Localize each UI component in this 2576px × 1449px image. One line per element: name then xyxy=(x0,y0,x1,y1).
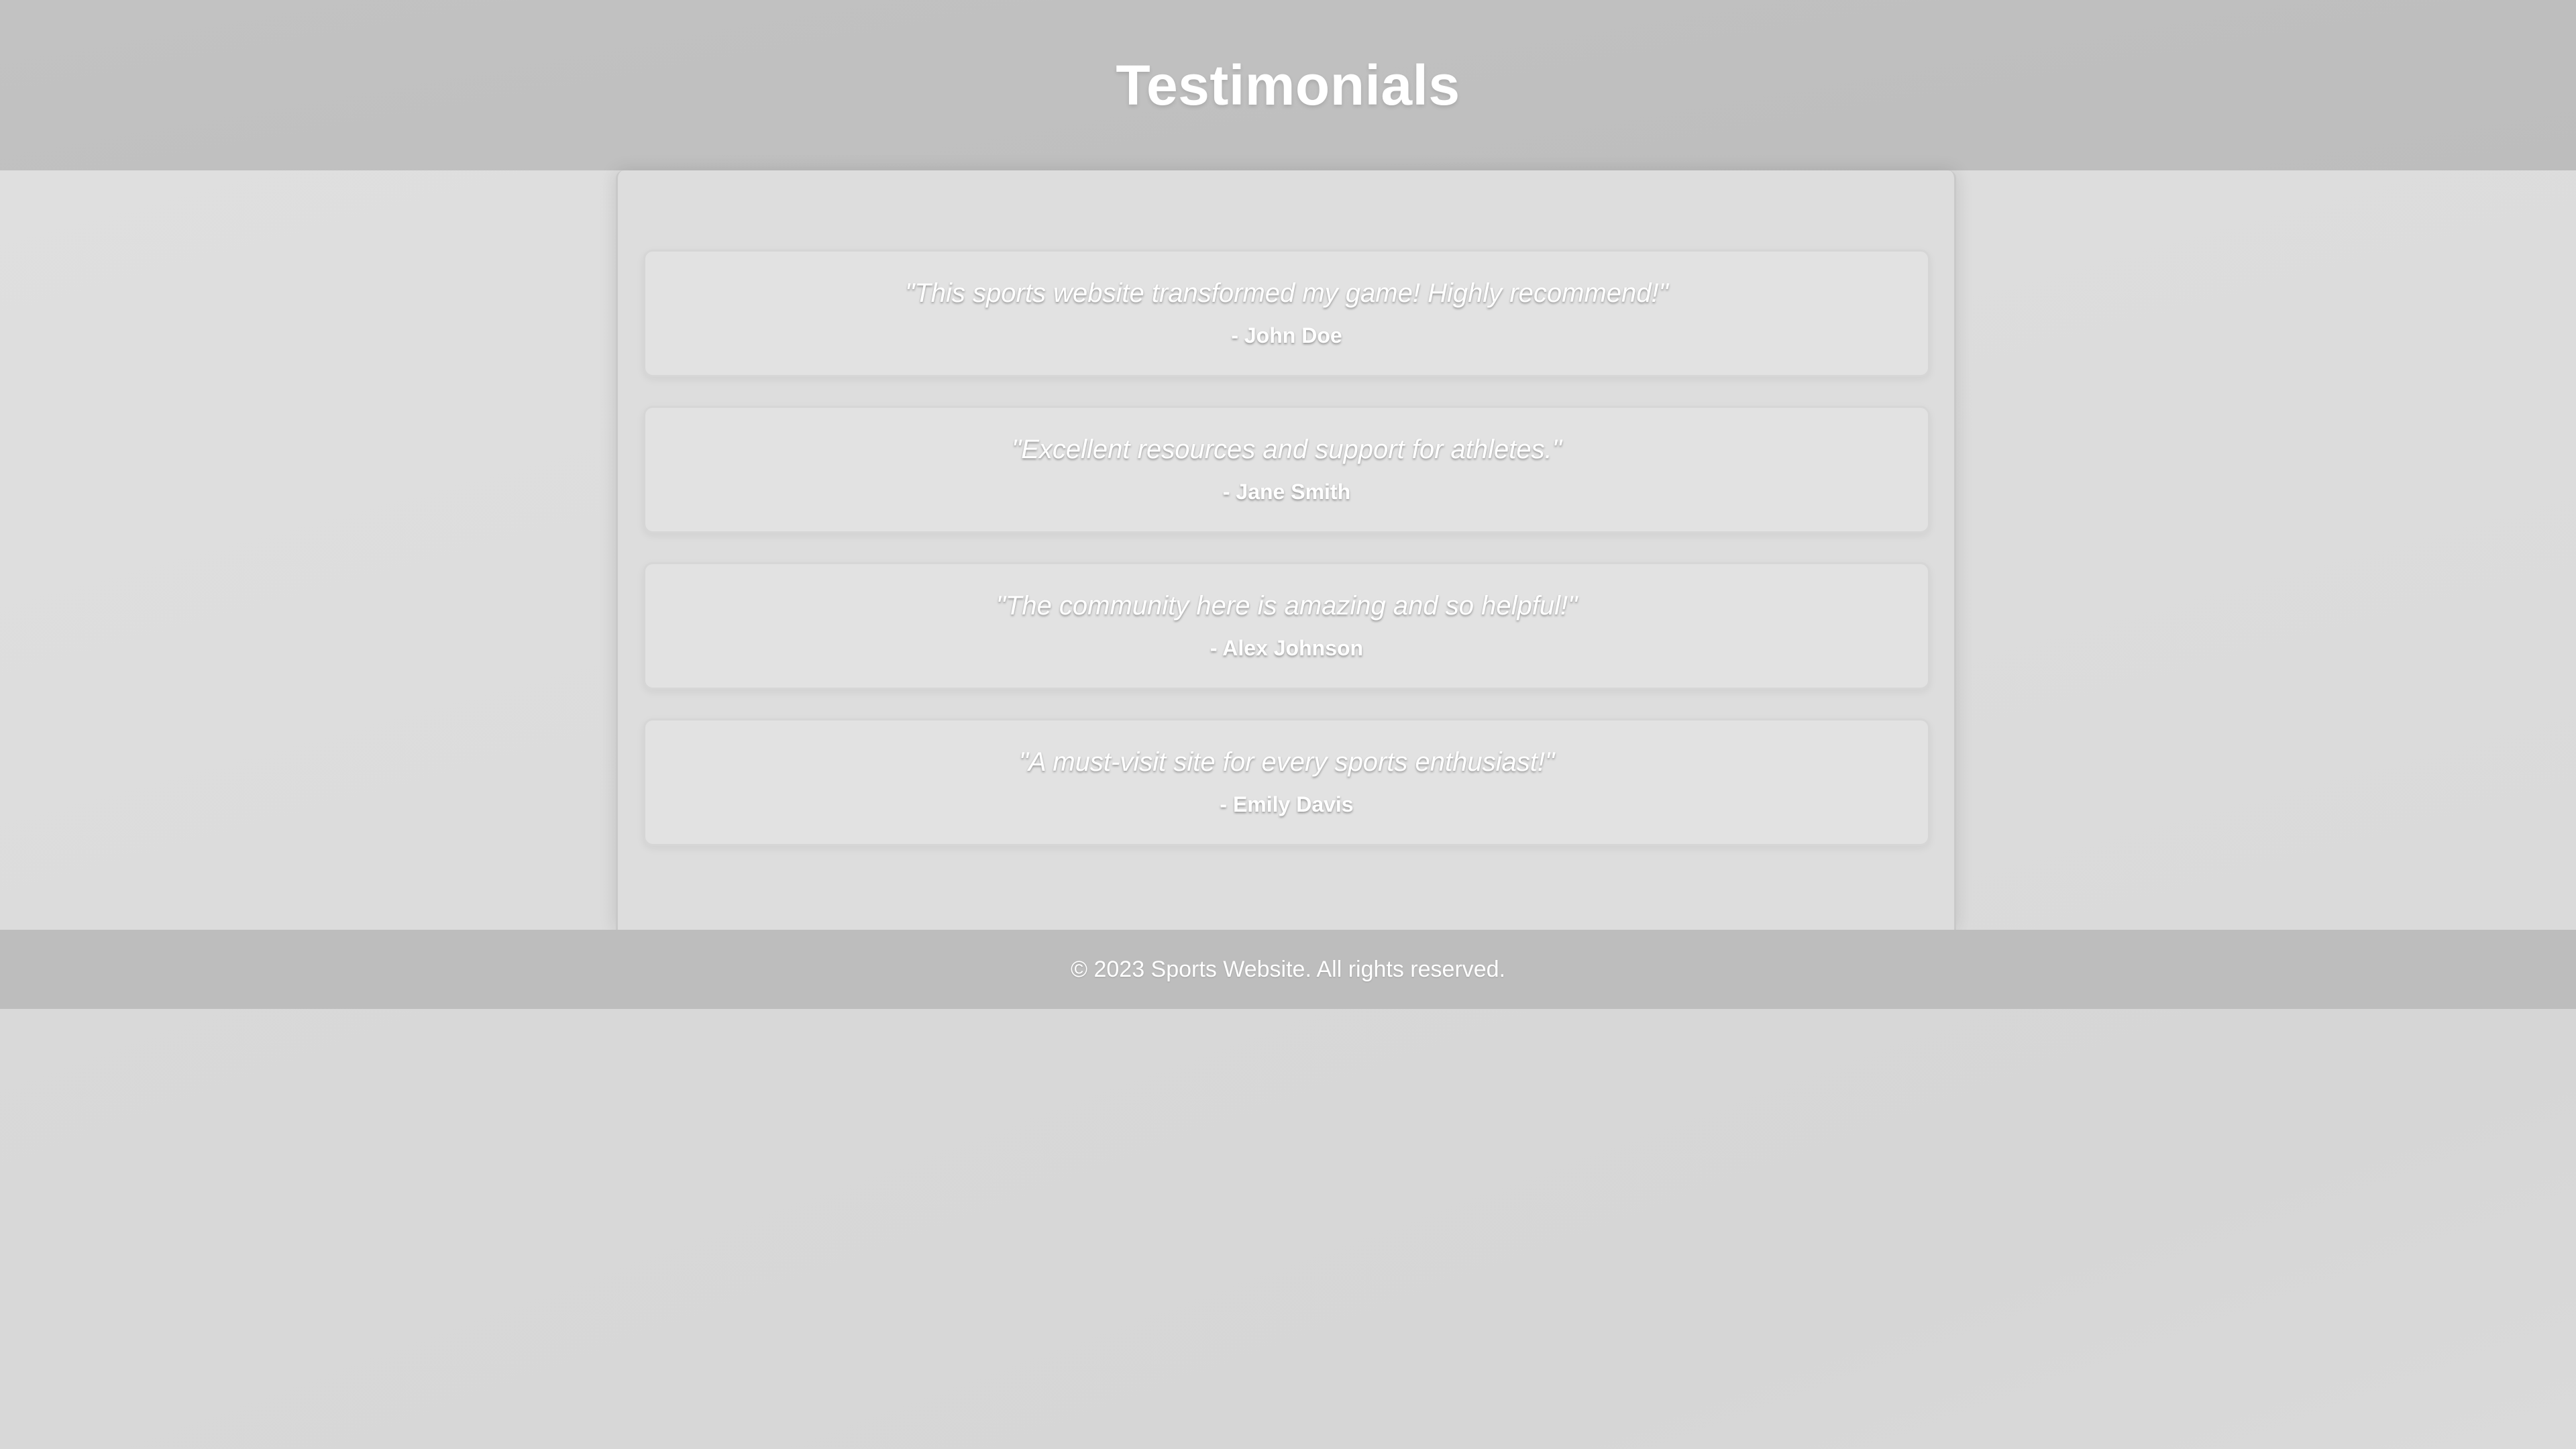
copyright-text: © 2023 Sports Website. All rights reserv… xyxy=(1070,956,1506,982)
page-background-lower xyxy=(0,1009,2576,1449)
testimonial-quote: "The community here is amazing and so he… xyxy=(996,591,1578,621)
testimonial-card: "This sports website transformed my game… xyxy=(643,250,1930,377)
testimonial-list: "This sports website transformed my game… xyxy=(643,250,1930,846)
testimonial-author: - John Doe xyxy=(1231,323,1342,347)
testimonial-author: - Emily Davis xyxy=(1220,792,1354,816)
testimonial-card: "A must-visit site for every sports enth… xyxy=(643,718,1930,846)
page-title: Testimonials xyxy=(1116,53,1460,117)
site-header: Testimonials xyxy=(0,0,2576,170)
testimonials-container: "This sports website transformed my game… xyxy=(616,170,1956,930)
testimonial-card: "Excellent resources and support for ath… xyxy=(643,406,1930,533)
site-footer: © 2023 Sports Website. All rights reserv… xyxy=(0,930,2576,1009)
testimonial-author: - Alex Johnson xyxy=(1210,636,1364,660)
testimonial-quote: "Excellent resources and support for ath… xyxy=(1012,435,1562,464)
testimonial-quote: "A must-visit site for every sports enth… xyxy=(1018,747,1555,777)
testimonial-card: "The community here is amazing and so he… xyxy=(643,562,1930,690)
testimonial-quote: "This sports website transformed my game… xyxy=(905,278,1668,308)
page: Testimonials "This sports website transf… xyxy=(0,0,2576,1449)
testimonial-author: - Jane Smith xyxy=(1222,480,1351,504)
